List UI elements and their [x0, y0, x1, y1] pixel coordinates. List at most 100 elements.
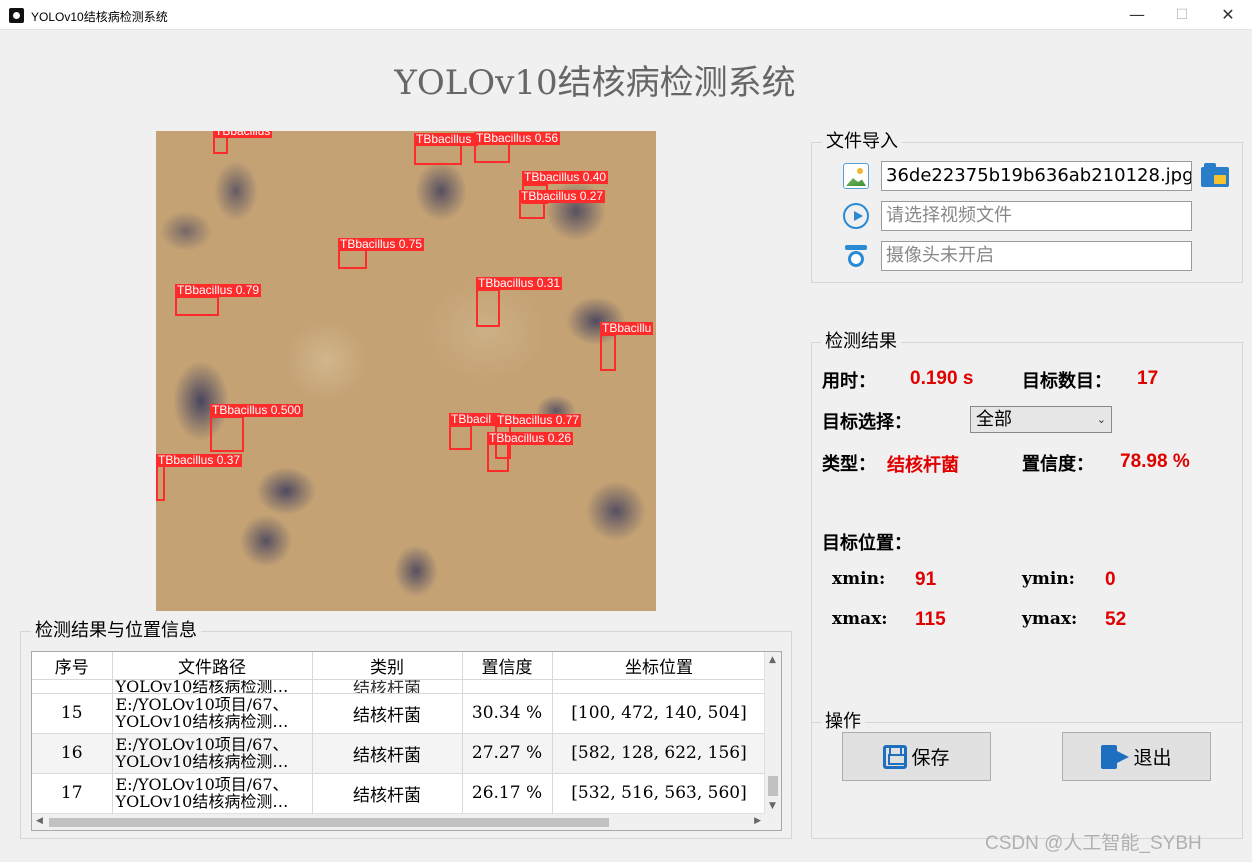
vertical-scroll-thumb[interactable]: [768, 776, 778, 796]
table-row[interactable]: YOLOv10结核病检测… 结核杆菌: [32, 679, 767, 694]
save-button-label: 保存: [911, 747, 950, 769]
table-row[interactable]: 16 E:/YOLOv10项目/67、 YOLOv10结核病检测… 结核杆菌 27…: [32, 733, 767, 774]
confidence-value: 78.98 %: [1120, 451, 1190, 472]
detection-label: TBbacillus 0.500: [210, 403, 303, 417]
xmin-label: xmin:: [832, 569, 886, 589]
table-row[interactable]: 17 E:/YOLOv10项目/67、 YOLOv10结核病检测… 结核杆菌 26…: [32, 773, 767, 814]
window-title: YOLOv10结核病检测系统: [31, 10, 168, 24]
exit-button-label: 退出: [1133, 747, 1172, 769]
detection-label: TBbacillus 0.27: [519, 189, 606, 203]
detection-box: [476, 289, 500, 327]
position-label: 目标位置：: [822, 533, 912, 554]
camera-status-field[interactable]: 摄像头未开启: [881, 241, 1192, 271]
detection-label: TBbacillus: [213, 131, 273, 138]
video-file-icon[interactable]: [843, 203, 869, 229]
horizontal-scrollbar[interactable]: ◀ ▶: [32, 813, 765, 830]
detection-label: TBbacil: [449, 413, 501, 426]
type-label: 类型：: [822, 454, 876, 475]
file-import-title: 文件导入: [822, 131, 902, 153]
type-value: 结核杆菌: [887, 455, 959, 476]
scroll-left-icon[interactable]: ◀: [36, 816, 43, 826]
cell-path: E:/YOLOv10项目/67、 YOLOv10结核病检测…: [112, 733, 313, 774]
cell-path: YOLOv10结核病检测…: [112, 679, 313, 694]
maximize-button[interactable]: ☐: [1159, 0, 1205, 30]
scroll-down-icon[interactable]: ▼: [769, 801, 776, 811]
watermark: CSDN @人工智能_SYBH: [985, 833, 1202, 854]
target-select[interactable]: 全部 ⌄: [970, 406, 1112, 433]
target-select-label: 目标选择：: [822, 412, 912, 433]
detection-label: TBbacillus: [414, 133, 478, 146]
detection-box: [175, 296, 219, 316]
detection-box: [156, 465, 165, 501]
cell-class: 结核杆菌: [312, 693, 463, 734]
image-path-field[interactable]: 36de22375b19b636ab210128.jpg: [881, 161, 1192, 191]
cell-coords: [582, 128, 622, 156]: [552, 733, 767, 774]
results-title: 检测结果: [821, 331, 901, 353]
save-button[interactable]: 保存: [842, 732, 991, 781]
column-header-index[interactable]: 序号: [32, 652, 113, 680]
detection-label: TBbacillus 0.79: [175, 283, 262, 297]
cell-index: 15: [32, 693, 113, 734]
detection-box: [487, 442, 509, 472]
time-value: 0.190 s: [910, 368, 974, 389]
detection-label: TBbacillus 0.31: [476, 276, 563, 290]
app-logo-icon: [9, 8, 24, 23]
detection-label: TBbacillu: [600, 321, 654, 335]
detection-box: [338, 249, 367, 269]
column-header-class[interactable]: 类别: [312, 652, 463, 680]
video-path-field[interactable]: 请选择视频文件: [881, 201, 1192, 231]
table-row[interactable]: 15 E:/YOLOv10项目/67、 YOLOv10结核病检测… 结核杆菌 30…: [32, 693, 767, 734]
cell-coords: [552, 679, 767, 694]
exit-icon: [1101, 743, 1130, 771]
close-button[interactable]: ✕: [1205, 0, 1251, 30]
cell-index: 17: [32, 773, 113, 814]
table-title: 检测结果与位置信息: [31, 620, 201, 642]
cell-coords: [100, 472, 140, 504]: [552, 693, 767, 734]
detection-label: TBbacillus 0.40: [522, 170, 609, 184]
image-file-icon[interactable]: [843, 163, 869, 189]
detection-label: TBbacillus 0.75: [338, 237, 425, 251]
detection-label: TBbacillus 0.37: [156, 453, 243, 467]
count-label: 目标数目：: [1022, 371, 1112, 392]
target-select-value: 全部: [976, 409, 1012, 430]
cell-path: E:/YOLOv10项目/67、 YOLOv10结核病检测…: [112, 773, 313, 814]
ymin-value: 0: [1105, 569, 1116, 590]
column-header-coords[interactable]: 坐标位置: [552, 652, 767, 680]
scroll-up-icon[interactable]: ▲: [769, 655, 776, 665]
camera-icon[interactable]: [843, 243, 869, 269]
detection-label: TBbacillus 0.56: [474, 131, 561, 145]
page-title: YOLOv10结核病检测系统: [394, 63, 796, 103]
save-icon: [883, 744, 908, 769]
folder-open-icon[interactable]: [1201, 163, 1231, 189]
results-table[interactable]: 序号 文件路径 类别 置信度 坐标位置 YOLOv10结核病检测… 结核杆菌 1…: [31, 651, 782, 831]
xmax-label: xmax:: [832, 609, 888, 629]
horizontal-scroll-thumb[interactable]: [49, 818, 609, 827]
column-header-path[interactable]: 文件路径: [112, 652, 313, 680]
actions-title: 操作: [821, 711, 865, 733]
cell-confidence: [462, 679, 553, 694]
column-header-confidence[interactable]: 置信度: [462, 652, 553, 680]
detection-box: [210, 416, 244, 452]
time-label: 用时：: [822, 371, 876, 392]
cell-class: 结核杆菌: [312, 773, 463, 814]
ymin-label: ymin:: [1022, 569, 1075, 589]
count-value: 17: [1137, 368, 1159, 389]
scroll-right-icon[interactable]: ▶: [754, 816, 761, 826]
ymax-value: 52: [1105, 609, 1127, 630]
ymax-label: ymax:: [1022, 609, 1078, 629]
minimize-button[interactable]: —: [1114, 0, 1160, 30]
cell-confidence: 27.27 %: [462, 733, 553, 774]
confidence-label: 置信度：: [1022, 454, 1094, 475]
cell-confidence: 30.34 %: [462, 693, 553, 734]
cell-class: 结核杆菌: [312, 733, 463, 774]
vertical-scrollbar[interactable]: ▲ ▼: [764, 652, 781, 814]
detection-label: TBbacillus 0.26: [487, 431, 574, 445]
exit-button[interactable]: 退出: [1062, 732, 1211, 781]
cell-confidence: 26.17 %: [462, 773, 553, 814]
actions-group: [811, 722, 1243, 723]
cell-class: 结核杆菌: [312, 679, 463, 694]
cell-path: E:/YOLOv10项目/67、 YOLOv10结核病检测…: [112, 693, 313, 734]
window-titlebar: YOLOv10结核病检测系统 — ☐ ✕: [0, 0, 1252, 30]
detection-label: TBbacillus 0.77: [495, 413, 582, 427]
results-grid: 序号 文件路径 类别 置信度 坐标位置 YOLOv10结核病检测… 结核杆菌 1…: [32, 652, 767, 814]
